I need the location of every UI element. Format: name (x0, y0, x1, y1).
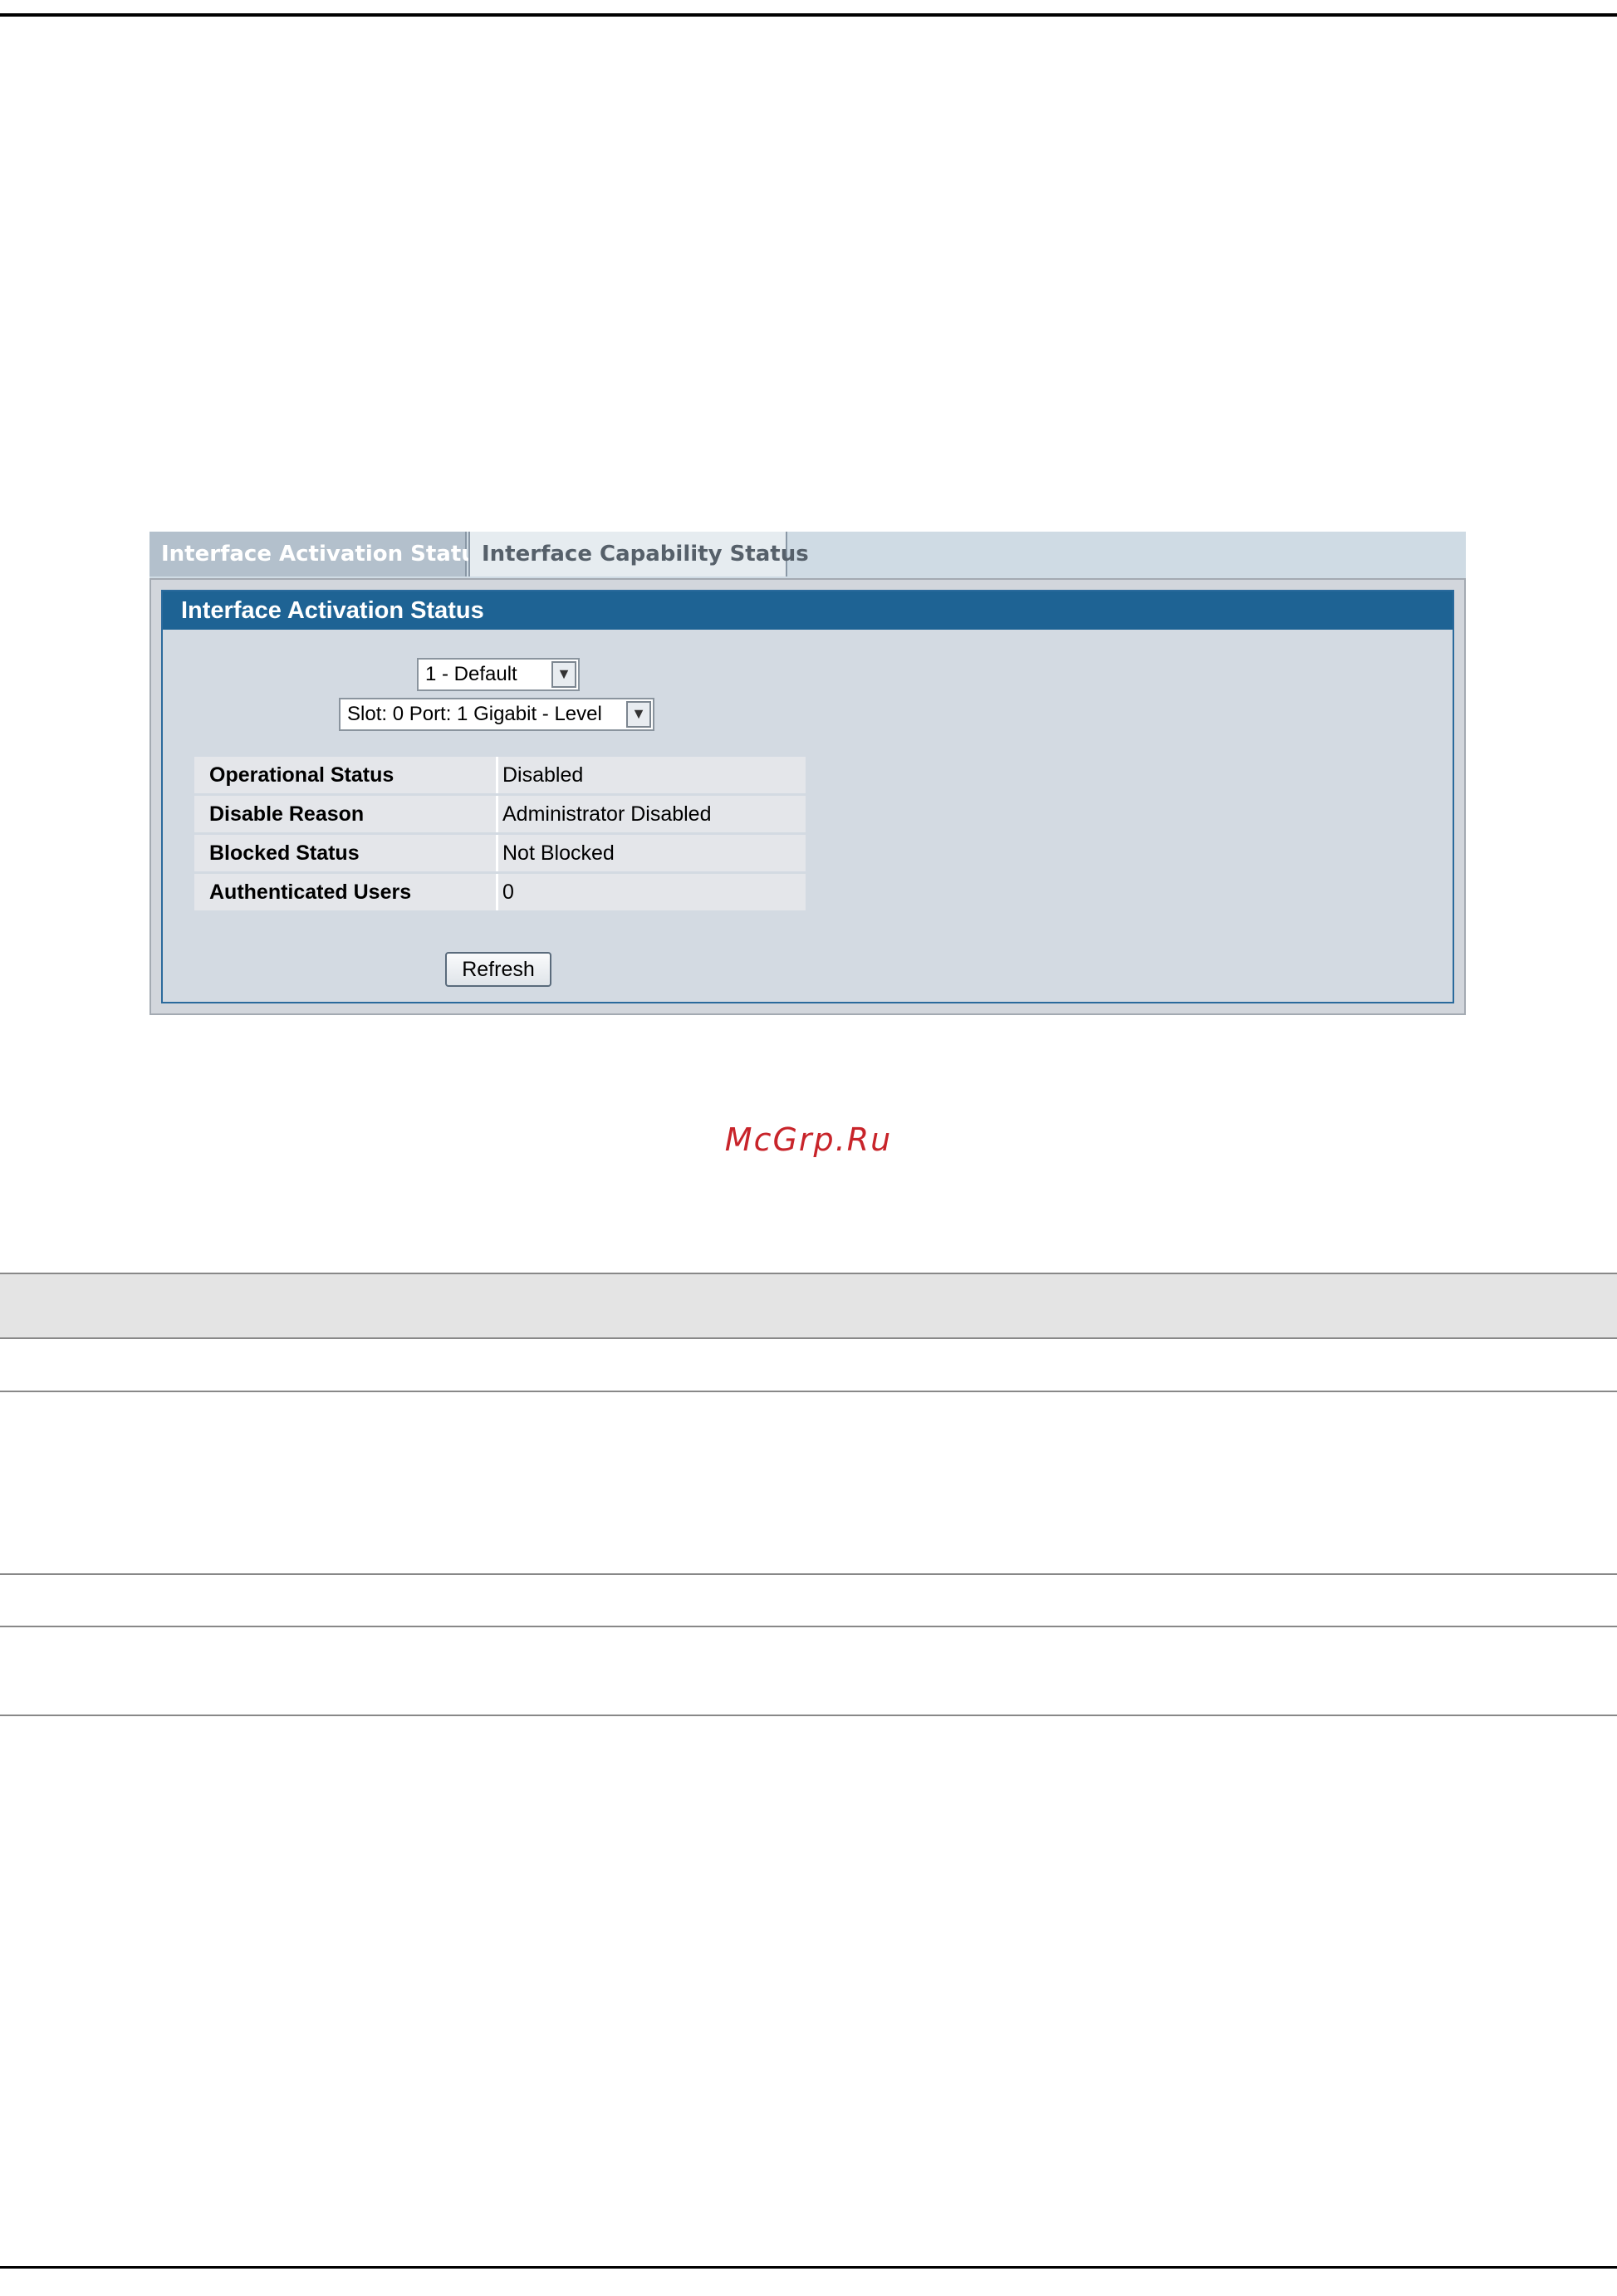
chevron-down-icon: ▼ (626, 701, 651, 728)
vlan-select[interactable]: 1 - Default ▼ (417, 658, 580, 691)
table-row: Blocked Status Not Blocked (194, 835, 806, 871)
panel-title: Interface Activation Status (163, 591, 1453, 630)
panel-frame: Interface Activation Status 1 - Default … (149, 578, 1466, 1015)
top-rule (0, 13, 1617, 17)
table-rule (0, 1715, 1617, 1716)
row-value: Not Blocked (498, 835, 806, 871)
row-value: 0 (498, 874, 806, 910)
table-rule (0, 1573, 1617, 1575)
row-label: Blocked Status (194, 835, 498, 871)
ui-screenshot: Interface Activation Status Interface Ca… (149, 532, 1466, 1015)
row-label: Disable Reason (194, 796, 498, 832)
table-rule (0, 1391, 1617, 1392)
table-row: Operational Status Disabled (194, 757, 806, 793)
tab-interface-capability-status[interactable]: Interface Capability Status (468, 532, 809, 576)
chevron-down-icon: ▼ (551, 661, 576, 688)
table-rule (0, 1626, 1617, 1627)
table-row: Authenticated Users 0 (194, 874, 806, 910)
table-row: Disable Reason Administrator Disabled (194, 796, 806, 832)
tab-bar: Interface Activation Status Interface Ca… (149, 532, 1466, 578)
row-label: Operational Status (194, 757, 498, 793)
table-header-band (0, 1273, 1617, 1339)
row-value: Administrator Disabled (498, 796, 806, 832)
status-panel: Interface Activation Status 1 - Default … (161, 590, 1454, 1003)
row-label: Authenticated Users (194, 874, 498, 910)
vlan-select-value: 1 - Default (425, 663, 517, 685)
watermark: McGrp.Ru (724, 1121, 893, 1158)
bottom-rule (0, 2266, 1617, 2269)
row-value: Disabled (498, 757, 806, 793)
tab-interface-activation-status[interactable]: Interface Activation Status (149, 532, 489, 576)
refresh-button[interactable]: Refresh (445, 952, 551, 987)
port-select[interactable]: Slot: 0 Port: 1 Gigabit - Level ▼ (339, 698, 654, 731)
port-select-value: Slot: 0 Port: 1 Gigabit - Level (347, 703, 602, 725)
status-table: Operational Status Disabled Disable Reas… (194, 754, 806, 913)
